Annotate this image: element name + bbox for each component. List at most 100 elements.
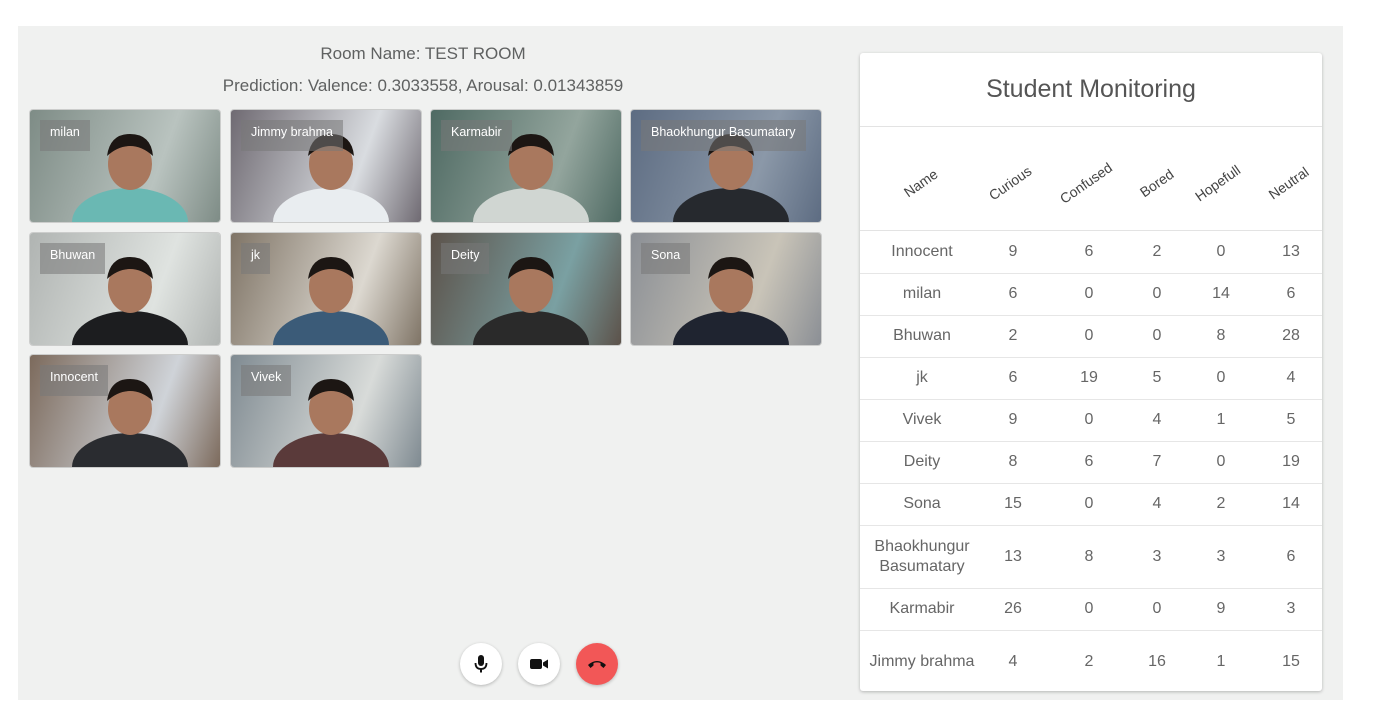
neutral-count-cell: 13 (1282, 243, 1300, 260)
hang-up-button[interactable] (576, 643, 618, 685)
participant-name-label: Jimmy brahma (241, 120, 343, 151)
participant-video-tile[interactable]: Deity (431, 233, 621, 345)
hopefull-count-cell: 0 (1216, 243, 1226, 260)
participant-video-tile[interactable]: Karmabir (431, 110, 621, 222)
confused-count-cell: 6 (1084, 453, 1094, 470)
hopefull-count-cell: 1 (1216, 411, 1226, 428)
hopefull-count-cell: 0 (1216, 369, 1226, 386)
microphone-icon (474, 655, 488, 673)
hopefull-count-cell: 2 (1216, 495, 1226, 512)
microphone-button[interactable] (460, 643, 502, 685)
student-name-cell: Jimmy brahma (869, 652, 975, 670)
participant-video-tile[interactable]: Jimmy brahma (231, 110, 421, 222)
participant-name-label: Vivek (241, 365, 292, 396)
column-header-confused: Confused (1056, 159, 1116, 207)
confused-count-cell: 0 (1084, 600, 1094, 617)
confused-count-cell: 0 (1084, 495, 1094, 512)
curious-count-cell: 8 (1008, 453, 1018, 470)
video-camera-icon (530, 659, 548, 669)
curious-count-cell: 6 (1008, 285, 1018, 302)
table-row: Sona 15 0 4 2 14 (860, 483, 1322, 526)
participant-name-label: Sona (641, 243, 691, 274)
table-row: Deity 8 6 7 0 19 (860, 441, 1322, 484)
table-header: Name Curious Confused Bored Hopefull Neu… (860, 127, 1322, 231)
bored-count-cell: 7 (1152, 453, 1162, 470)
table-row: Innocent 9 6 2 0 13 (860, 231, 1322, 274)
table-row: jk 6 19 5 0 4 (860, 357, 1322, 400)
participant-video-tile[interactable]: Bhuwan (30, 233, 220, 345)
neutral-count-cell: 5 (1286, 411, 1296, 428)
confused-count-cell: 19 (1080, 369, 1098, 386)
neutral-count-cell: 14 (1282, 495, 1300, 512)
student-name-cell: Sona (903, 495, 941, 512)
student-name-cell: Karmabir (889, 600, 955, 617)
panel-title: Student Monitoring (860, 53, 1322, 127)
confused-count-cell: 6 (1084, 243, 1094, 260)
hopefull-count-cell: 3 (1216, 547, 1226, 565)
student-name-cell: jk (916, 369, 928, 386)
column-header-neutral: Neutral (1265, 163, 1312, 203)
student-monitoring-panel: Student Monitoring Name Curious Confused… (860, 53, 1322, 691)
curious-count-cell: 9 (1008, 243, 1018, 260)
participant-name-label: Bhuwan (40, 243, 106, 274)
bored-count-cell: 16 (1148, 652, 1166, 670)
confused-count-cell: 0 (1084, 327, 1094, 344)
neutral-count-cell: 4 (1286, 369, 1296, 386)
student-name-cell: Innocent (891, 243, 953, 260)
column-header-bored: Bored (1136, 165, 1177, 201)
camera-button[interactable] (518, 643, 560, 685)
hopefull-count-cell: 0 (1216, 453, 1226, 470)
student-name-cell: Bhuwan (893, 327, 951, 344)
column-header-curious: Curious (985, 162, 1035, 204)
confused-count-cell: 0 (1084, 285, 1094, 302)
participant-video-tile[interactable]: Vivek (231, 355, 421, 467)
confused-count-cell: 2 (1084, 652, 1094, 670)
hopefull-count-cell: 1 (1216, 652, 1226, 670)
bored-count-cell: 3 (1152, 547, 1162, 565)
bored-count-cell: 0 (1152, 600, 1162, 617)
student-name-cell: milan (902, 285, 942, 302)
participant-video-tile[interactable]: Bhaokhungur Basumatary (631, 110, 821, 222)
neutral-count-cell: 3 (1286, 600, 1296, 617)
confused-count-cell: 8 (1084, 547, 1094, 565)
curious-count-cell: 13 (1004, 547, 1022, 565)
table-row: Karmabir 26 0 0 9 3 (860, 588, 1322, 631)
table-row: Vivek 9 0 4 1 5 (860, 399, 1322, 442)
participant-video-tile[interactable]: Innocent (30, 355, 220, 467)
neutral-count-cell: 19 (1282, 453, 1300, 470)
confused-count-cell: 0 (1084, 411, 1094, 428)
neutral-count-cell: 28 (1282, 327, 1300, 344)
curious-count-cell: 2 (1008, 327, 1018, 344)
participant-video-tile[interactable]: milan (30, 110, 220, 222)
room-name: Room Name: TEST ROOM (320, 44, 526, 63)
bored-count-cell: 2 (1152, 243, 1162, 260)
curious-count-cell: 9 (1008, 411, 1018, 428)
prediction-readout: Prediction: Valence: 0.3033558, Arousal:… (222, 76, 624, 95)
bored-count-cell: 4 (1152, 495, 1162, 512)
table-row: Bhaokhungur Basumatary 13 8 3 3 6 (860, 525, 1322, 589)
participant-video-tile[interactable]: Sona (631, 233, 821, 345)
student-name-cell: Bhaokhungur Basumatary (874, 537, 970, 575)
column-header-name: Name (900, 165, 941, 201)
neutral-count-cell: 6 (1286, 547, 1296, 565)
student-name-cell: Deity (903, 453, 941, 470)
bored-count-cell: 0 (1152, 327, 1162, 344)
bored-count-cell: 4 (1152, 411, 1162, 428)
hopefull-count-cell: 14 (1212, 285, 1230, 302)
phone-hangup-icon (588, 661, 606, 668)
participant-video-tile[interactable]: jk (231, 233, 421, 345)
participant-name-label: milan (40, 120, 90, 151)
curious-count-cell: 26 (1004, 600, 1022, 617)
bored-count-cell: 0 (1152, 285, 1162, 302)
student-name-cell: Vivek (902, 411, 942, 428)
participant-name-label: jk (241, 243, 271, 274)
bored-count-cell: 5 (1152, 369, 1162, 386)
column-header-hopefull: Hopefull (1192, 161, 1244, 205)
hopefull-count-cell: 9 (1216, 600, 1226, 617)
curious-count-cell: 15 (1004, 495, 1022, 512)
hopefull-count-cell: 8 (1216, 327, 1226, 344)
curious-count-cell: 4 (1008, 652, 1018, 670)
participant-name-label: Bhaokhungur Basumatary (641, 120, 806, 151)
curious-count-cell: 6 (1008, 369, 1018, 386)
participant-name-label: Karmabir (441, 120, 512, 151)
